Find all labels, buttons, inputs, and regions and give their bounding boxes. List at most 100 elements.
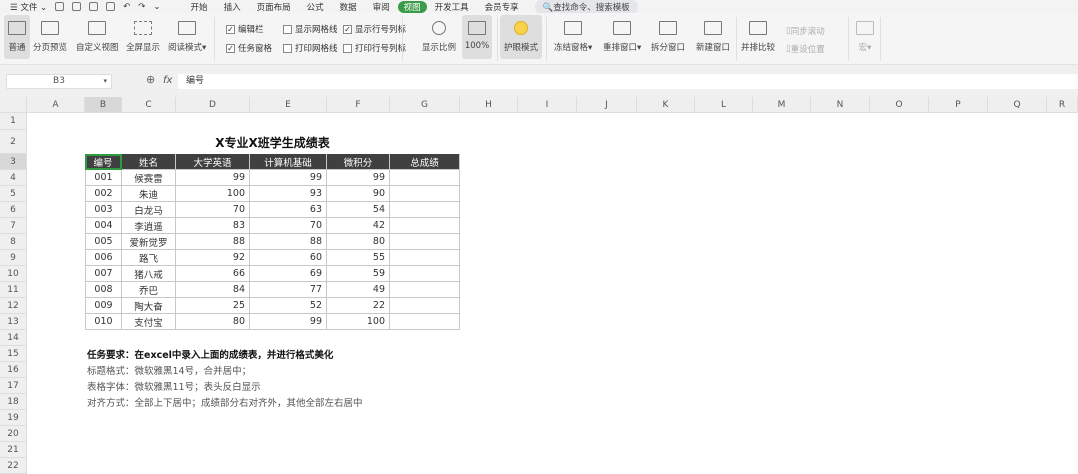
row-header-15[interactable]: 15: [0, 346, 27, 362]
checkbox-box[interactable]: [343, 43, 352, 53]
table-cell[interactable]: 99: [250, 314, 327, 330]
table-cell[interactable]: 006: [85, 250, 122, 266]
tab-4[interactable]: 数据: [332, 1, 365, 13]
table-cell[interactable]: [390, 170, 460, 186]
table-cell[interactable]: 99: [327, 170, 390, 186]
zoom-ratio-button[interactable]: 显示比例: [422, 19, 456, 53]
table-header-2[interactable]: 大学英语: [176, 154, 250, 170]
tab-5[interactable]: 审阅: [365, 1, 398, 13]
table-cell[interactable]: 70: [176, 202, 250, 218]
table-cell[interactable]: 80: [176, 314, 250, 330]
table-cell[interactable]: [390, 202, 460, 218]
tab-1[interactable]: 插入: [216, 1, 249, 13]
table-cell[interactable]: 99: [250, 170, 327, 186]
row-header-19[interactable]: 19: [0, 410, 27, 426]
table-cell[interactable]: 010: [85, 314, 122, 330]
table-cell[interactable]: [390, 282, 460, 298]
new-window-button[interactable]: 新建窗口: [696, 19, 730, 53]
row-header-1[interactable]: 1: [0, 113, 27, 130]
row-header-4[interactable]: 4: [0, 170, 27, 186]
row-header-21[interactable]: 21: [0, 442, 27, 458]
preview-icon[interactable]: [106, 2, 116, 11]
table-cell[interactable]: 66: [176, 266, 250, 282]
checkbox-5[interactable]: 打印行号列标: [343, 42, 406, 54]
tab-3[interactable]: 公式: [299, 1, 332, 13]
task-note[interactable]: 任务要求：在excel中录入上面的成绩表，并进行格式美化: [85, 346, 685, 362]
column-header-N[interactable]: N: [811, 97, 870, 113]
print-icon[interactable]: [89, 2, 99, 11]
table-cell[interactable]: 54: [327, 202, 390, 218]
task-note[interactable]: 对齐方式：全部上下居中；成绩部分右对齐外，其他全部左右居中: [85, 394, 685, 410]
column-header-R[interactable]: R: [1047, 97, 1078, 113]
arrange-windows-button[interactable]: 重排窗口▾: [603, 19, 641, 53]
name-box[interactable]: B3 ▾: [6, 74, 112, 89]
table-cell[interactable]: 88: [250, 234, 327, 250]
row-header-22[interactable]: 22: [0, 458, 27, 474]
zoom-100-button[interactable]: 100%: [462, 15, 492, 59]
tab-0[interactable]: 开始: [183, 1, 216, 13]
search-box[interactable]: 🔍查找命令、搜索模板: [534, 0, 638, 14]
row-header-16[interactable]: 16: [0, 362, 27, 378]
table-cell[interactable]: 92: [176, 250, 250, 266]
table-cell[interactable]: 88: [176, 234, 250, 250]
column-header-G[interactable]: G: [390, 97, 460, 113]
checkbox-0[interactable]: ✓ 编辑栏: [226, 23, 264, 35]
checkbox-4[interactable]: ✓ 显示行号列标: [343, 23, 406, 35]
column-header-D[interactable]: D: [176, 97, 250, 113]
column-header-M[interactable]: M: [753, 97, 811, 113]
column-header-E[interactable]: E: [250, 97, 327, 113]
table-cell[interactable]: [390, 266, 460, 282]
row-header-9[interactable]: 9: [0, 250, 27, 266]
eye-mode-button[interactable]: 护眼模式: [500, 15, 542, 59]
save-icon[interactable]: [55, 2, 65, 11]
table-cell[interactable]: [390, 250, 460, 266]
table-header-5[interactable]: 总成绩: [390, 154, 460, 170]
table-cell[interactable]: 63: [250, 202, 327, 218]
table-cell[interactable]: 候赛雷: [122, 170, 176, 186]
table-cell[interactable]: 77: [250, 282, 327, 298]
redo-icon[interactable]: ↷: [138, 2, 145, 12]
column-header-C[interactable]: C: [122, 97, 176, 113]
undo-icon[interactable]: ↶: [123, 2, 130, 12]
column-header-A[interactable]: A: [27, 97, 85, 113]
table-cell[interactable]: 93: [250, 186, 327, 202]
checkbox-box[interactable]: ✓: [226, 24, 235, 34]
row-header-14[interactable]: 14: [0, 330, 27, 346]
table-cell[interactable]: 100: [176, 186, 250, 202]
checkbox-2[interactable]: 显示网格线: [283, 23, 338, 35]
table-cell[interactable]: 90: [327, 186, 390, 202]
table-cell[interactable]: 001: [85, 170, 122, 186]
fx-icon[interactable]: fx: [163, 75, 172, 86]
column-header-P[interactable]: P: [929, 97, 988, 113]
table-cell[interactable]: 003: [85, 202, 122, 218]
table-cell[interactable]: 69: [250, 266, 327, 282]
column-header-B[interactable]: B: [85, 97, 122, 113]
table-cell[interactable]: [390, 218, 460, 234]
checkbox-box[interactable]: ✓: [343, 24, 352, 34]
tab-2[interactable]: 页面布局: [249, 1, 299, 13]
table-cell[interactable]: 路飞: [122, 250, 176, 266]
column-header-L[interactable]: L: [695, 97, 753, 113]
customize-icon[interactable]: ⌄: [153, 2, 160, 12]
table-cell[interactable]: [390, 186, 460, 202]
freeze-panes-button[interactable]: 冻结窗格▾: [554, 19, 592, 53]
row-header-18[interactable]: 18: [0, 394, 27, 410]
table-cell[interactable]: 100: [327, 314, 390, 330]
side-by-side-button[interactable]: 并排比较: [741, 19, 775, 53]
split-window-button[interactable]: 拆分窗口: [651, 19, 685, 53]
sheet-title[interactable]: X专业X班学生成绩表: [85, 130, 460, 154]
checkbox-box[interactable]: ✓: [226, 43, 235, 53]
tab-6[interactable]: 视图: [397, 0, 427, 13]
table-cell[interactable]: [390, 314, 460, 330]
table-cell[interactable]: 52: [250, 298, 327, 314]
task-note[interactable]: 表格字体：微软雅黑11号；表头反白显示: [85, 378, 685, 394]
table-cell[interactable]: 白龙马: [122, 202, 176, 218]
table-header-3[interactable]: 计算机基础: [250, 154, 327, 170]
row-header-5[interactable]: 5: [0, 186, 27, 202]
row-header-6[interactable]: 6: [0, 202, 27, 218]
column-header-Q[interactable]: Q: [988, 97, 1047, 113]
table-cell[interactable]: 朱迪: [122, 186, 176, 202]
formula-input[interactable]: 编号: [178, 74, 1078, 89]
row-header-11[interactable]: 11: [0, 282, 27, 298]
table-cell[interactable]: 80: [327, 234, 390, 250]
